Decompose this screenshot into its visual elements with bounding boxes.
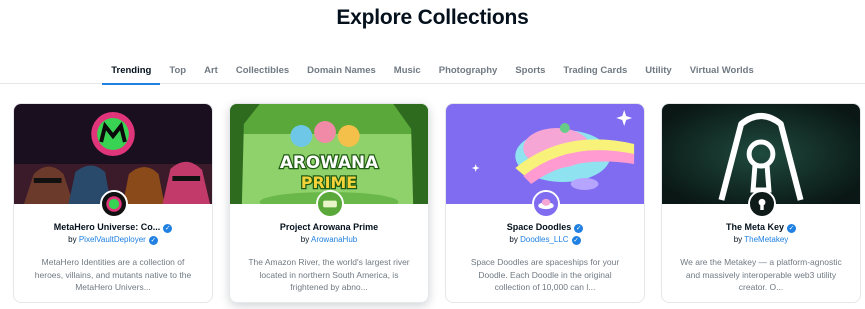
metahero-avatar [100,190,128,218]
collection-card-space-doodles[interactable]: Space Doodles ✓ by Doodles_LLC ✓ Space Doo… [445,103,645,303]
verified-badge-icon: ✓ [163,224,173,233]
collection-description: We are the Metakey — a platform-agnostic… [680,257,842,292]
page-title: Explore Collections [336,6,529,29]
category-tabs: Trending Top Art Collectibles Domain Nam… [0,56,865,85]
creator-link[interactable]: ArowanaHub [311,235,357,244]
collection-creator-line: by TheMetakey [733,235,789,244]
creator-link[interactable]: Doodles_LLC [520,235,568,244]
tab-sports[interactable]: Sports [506,56,554,84]
collection-card-arowana[interactable]: AROWANA PRIME Project Arowana Prime by A… [229,103,429,303]
collection-creator-line: by Doodles_LLC ✓ [509,235,581,245]
spaceship-avatar [532,190,560,218]
verified-badge-icon: ✓ [571,236,581,245]
tab-art[interactable]: Art [195,56,227,84]
collection-grid: MetaHero Universe: Co... ✓ by PixelVaultD… [13,103,863,309]
creator-link[interactable]: PixelVaultDeployer [79,235,146,244]
verified-badge-icon: ✓ [574,224,584,233]
collection-description: The Amazon River, the world's largest ri… [248,257,410,292]
tab-trending[interactable]: Trending [102,56,161,85]
verified-badge-icon: ✓ [787,224,797,233]
creator-link[interactable]: TheMetakey [744,235,788,244]
tab-music[interactable]: Music [385,56,430,84]
collection-description: Space Doodles are spaceships for your Do… [470,257,620,292]
arowana-banner: AROWANA PRIME [230,104,428,204]
collection-title[interactable]: The Meta Key ✓ [672,222,850,233]
metahero-logo-banner [14,104,212,204]
collection-card-metahero[interactable]: MetaHero Universe: Co... ✓ by PixelVaultD… [13,103,213,303]
keyhole-neon-banner [662,104,860,204]
keyhole-avatar [748,190,776,218]
arowana-avatar [316,190,344,218]
collection-creator-line: by ArowanaHub [300,235,358,244]
collection-creator-line: by PixelVaultDeployer ✓ [68,235,158,245]
tab-collectibles[interactable]: Collectibles [227,56,298,84]
arowana-wordmark: AROWANA [280,152,378,172]
collection-title[interactable]: MetaHero Universe: Co... ✓ [24,222,202,233]
tab-top[interactable]: Top [160,56,195,84]
collection-title[interactable]: Space Doodles ✓ [456,222,634,233]
collection-description: MetaHero Identities are a collection of … [34,257,192,292]
tab-utility[interactable]: Utility [636,56,680,84]
tab-virtual-worlds[interactable]: Virtual Worlds [681,56,763,84]
tab-photography[interactable]: Photography [430,56,507,84]
tab-trading-cards[interactable]: Trading Cards [554,56,636,84]
tab-domain-names[interactable]: Domain Names [298,56,385,84]
space-doodles-banner [446,104,644,204]
collection-card-meta-key[interactable]: The Meta Key ✓ by TheMetakey We are the M… [661,103,861,303]
verified-badge-icon: ✓ [148,236,158,245]
collection-title[interactable]: Project Arowana Prime [240,222,418,232]
